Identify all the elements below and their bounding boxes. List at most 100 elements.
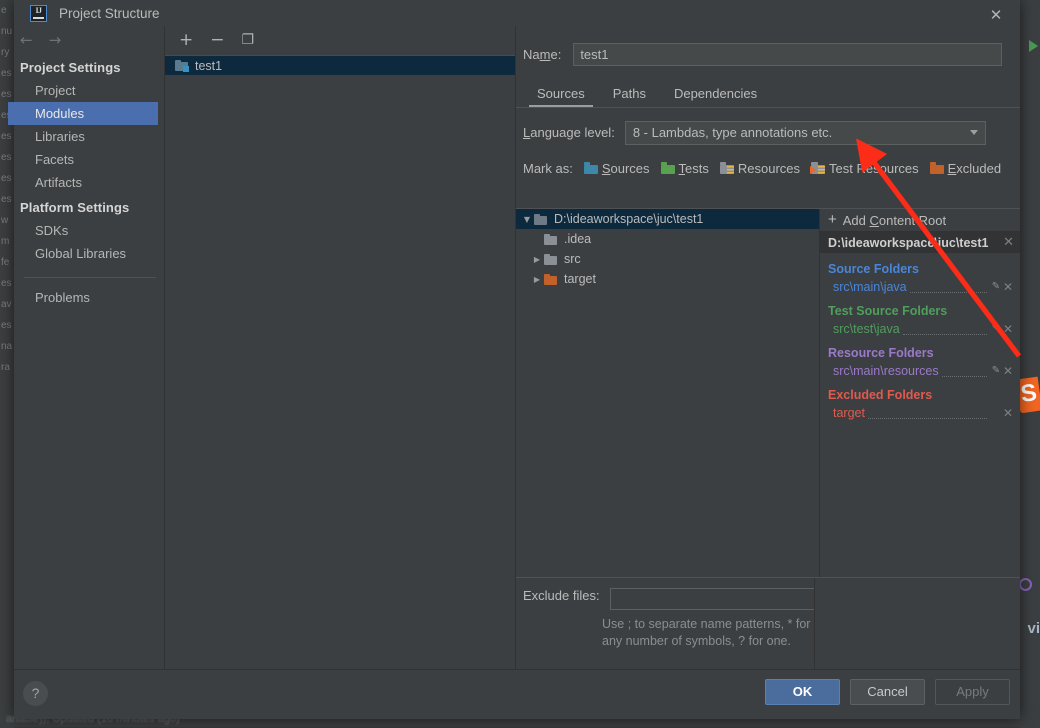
sources-folder-icon xyxy=(583,162,598,174)
test-source-folder-item[interactable]: src\test\java ✎ ✕ xyxy=(820,320,1020,337)
module-editor-pane: Name: Sources Paths Dependencies Languag… xyxy=(516,26,1020,670)
language-level-row: Language level: 8 - Lambdas, type annota… xyxy=(523,120,986,145)
settings-sidebar: ← → Project Settings Project Modules Lib… xyxy=(8,26,165,670)
resource-folders-title: Resource Folders xyxy=(828,346,934,360)
chevron-right-icon[interactable]: ▶ xyxy=(530,275,544,284)
back-icon[interactable]: ← xyxy=(20,33,33,48)
exclude-files-input[interactable] xyxy=(609,588,815,610)
dotted-filler xyxy=(909,281,987,293)
cancel-button[interactable]: Cancel xyxy=(850,679,925,705)
remove-icon[interactable]: ✕ xyxy=(1002,280,1014,294)
sidebar-history-controls: ← → xyxy=(14,26,164,54)
excluded-folder-icon xyxy=(544,273,557,285)
dialog-footer: ? OK Cancel Apply xyxy=(14,669,1020,719)
mark-as-label: Mark as: xyxy=(523,160,573,176)
sidebar-group-platform-settings: Platform Settings xyxy=(20,200,130,215)
module-name-input[interactable] xyxy=(573,42,1002,66)
excluded-folders-title: Excluded Folders xyxy=(828,388,933,402)
modules-list-panel: + − ❐ test1 xyxy=(165,26,516,670)
module-name-row: Name: xyxy=(523,42,1002,66)
mark-as-excluded-button[interactable]: Excluded xyxy=(929,161,1001,176)
list-item[interactable]: test1 xyxy=(165,55,515,75)
tree-row-label: .idea xyxy=(564,232,592,246)
ok-button[interactable]: OK xyxy=(765,679,840,705)
dialog-buttons: OK Cancel Apply xyxy=(765,679,1010,705)
source-folder-item[interactable]: src\main\java ✎ ✕ xyxy=(820,278,1020,295)
exclude-files-label: Exclude files: xyxy=(523,588,600,603)
name-label: Name: xyxy=(523,46,562,62)
tree-row-idea[interactable]: .idea xyxy=(516,229,819,249)
sidebar-item-sdks[interactable]: SDKs xyxy=(14,219,164,242)
tab-paths[interactable]: Paths xyxy=(599,86,660,107)
tree-row-src[interactable]: ▶ src xyxy=(516,249,819,269)
add-content-root-label: Add Content Root xyxy=(842,212,947,228)
tabs-divider xyxy=(516,107,1020,108)
run-icon xyxy=(1029,40,1038,52)
tree-row-label: target xyxy=(564,272,596,286)
sources-split: ▼ D:\ideaworkspace\juc\test1 .idea ▶ src xyxy=(516,208,1020,578)
chevron-right-icon[interactable]: ▶ xyxy=(530,255,544,264)
sidebar-item-facets[interactable]: Facets xyxy=(14,148,164,171)
content-root-panel: + Add Content Root D:\ideaworkspace\juc\… xyxy=(820,209,1020,578)
exclude-files-row: Exclude files: xyxy=(516,578,1020,610)
modules-toolbar: + − ❐ xyxy=(165,26,515,55)
add-module-button[interactable]: + xyxy=(179,32,193,49)
excluded-folder-path: target xyxy=(833,405,865,420)
mark-as-sources-button[interactable]: Sources xyxy=(583,161,650,176)
apply-button[interactable]: Apply xyxy=(935,679,1010,705)
tab-sources[interactable]: Sources xyxy=(523,86,599,107)
sidebar-item-libraries[interactable]: Libraries xyxy=(14,125,164,148)
test-source-folders-title: Test Source Folders xyxy=(828,304,948,318)
sidebar-item-global-libraries[interactable]: Global Libraries xyxy=(14,242,164,265)
remove-icon[interactable]: ✕ xyxy=(1002,322,1014,336)
help-button[interactable]: ? xyxy=(23,681,48,706)
source-folder-path: src\main\java xyxy=(833,279,907,294)
mark-as-resources-button[interactable]: Resources xyxy=(719,161,800,176)
language-level-label: Language level: xyxy=(523,125,615,140)
mark-as-test-resources-button[interactable]: Test Resources xyxy=(810,161,919,176)
background-right-toolwindow-strip: S vi xyxy=(1015,0,1040,728)
forward-icon[interactable]: → xyxy=(49,33,62,48)
sidebar-item-artifacts[interactable]: Artifacts xyxy=(14,171,164,194)
language-level-value: 8 - Lambdas, type annotations etc. xyxy=(632,124,833,140)
chevron-down-icon xyxy=(970,130,978,135)
remove-content-root-icon[interactable]: ✕ xyxy=(1003,235,1014,250)
dotted-filler xyxy=(902,323,987,335)
dotted-filler xyxy=(867,407,987,419)
remove-icon[interactable]: ✕ xyxy=(1002,364,1014,378)
exclude-files-hint: Use ; to separate name patterns, * for a… xyxy=(602,617,811,648)
mark-as-tests-button[interactable]: Tests xyxy=(660,160,709,176)
mark-as-tests-label: Tests xyxy=(678,160,709,176)
content-root-path: D:\ideaworkspace\juc\test1 xyxy=(828,235,989,250)
edit-icon[interactable]: ✎ xyxy=(990,323,1002,334)
mark-as-row: Mark as: Sources Tests Resources Test Re… xyxy=(523,157,1020,179)
module-name-label: test1 xyxy=(195,58,223,73)
dotted-filler xyxy=(941,365,987,377)
language-level-select[interactable]: 8 - Lambdas, type annotations etc. xyxy=(624,120,986,145)
resource-folder-item[interactable]: src\main\resources ✎ ✕ xyxy=(820,362,1020,379)
edit-icon[interactable]: ✎ xyxy=(990,281,1002,292)
excluded-folder-icon xyxy=(929,162,944,174)
resources-folder-icon xyxy=(719,162,734,174)
add-content-root-button[interactable]: + Add Content Root xyxy=(820,209,1020,232)
folder-icon xyxy=(544,253,557,265)
remove-icon[interactable]: ✕ xyxy=(1002,406,1014,420)
editor-tabs: Sources Paths Dependencies xyxy=(523,80,1020,107)
content-tree: ▼ D:\ideaworkspace\juc\test1 .idea ▶ src xyxy=(516,209,820,578)
copy-module-button[interactable]: ❐ xyxy=(242,33,255,48)
chevron-down-icon[interactable]: ▼ xyxy=(520,215,534,224)
sidebar-item-modules[interactable]: Modules xyxy=(8,102,158,125)
remove-module-button[interactable]: − xyxy=(210,32,224,49)
tree-row-target[interactable]: ▶ target xyxy=(516,269,819,289)
tab-dependencies[interactable]: Dependencies xyxy=(660,86,771,107)
excluded-folder-item[interactable]: target ✎ ✕ xyxy=(820,404,1020,421)
resource-folder-path: src\main\resources xyxy=(833,363,939,378)
folder-icon xyxy=(534,213,547,225)
tree-row-content-root[interactable]: ▼ D:\ideaworkspace\juc\test1 xyxy=(516,209,819,229)
sidebar-item-problems[interactable]: Problems xyxy=(14,286,164,309)
edit-icon[interactable]: ✎ xyxy=(990,365,1002,376)
close-icon[interactable]: ✕ xyxy=(984,4,1008,26)
sidebar-group-project-settings: Project Settings xyxy=(20,60,121,75)
sidebar-item-project[interactable]: Project xyxy=(14,79,164,102)
test-source-folder-path: src\test\java xyxy=(833,321,900,336)
